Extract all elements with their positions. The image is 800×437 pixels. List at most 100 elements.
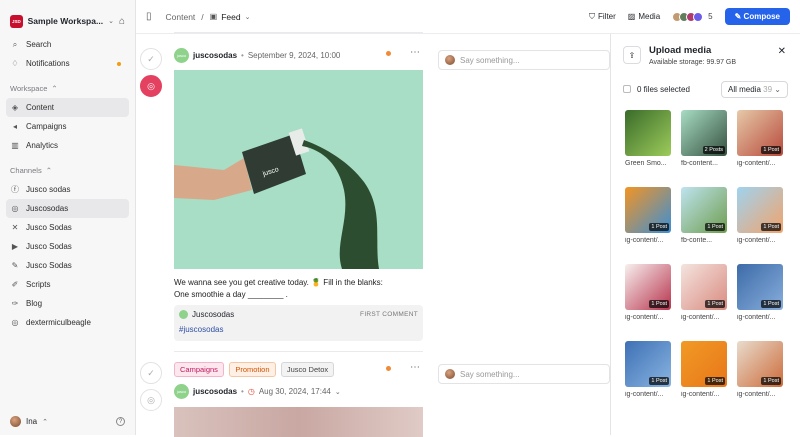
- collaborators[interactable]: 5: [672, 11, 713, 22]
- collaborator-count: 5: [708, 12, 713, 21]
- sidebar-item-channel[interactable]: ◎ Juscosodas: [6, 199, 129, 218]
- filter-button[interactable]: ⛉ Filter: [589, 12, 616, 22]
- account-name[interactable]: juscosodas: [193, 387, 237, 396]
- filter-count: 39: [763, 84, 773, 94]
- media-label: ig-content/...: [625, 237, 664, 244]
- media-thumbnail: 1 Post: [737, 341, 783, 387]
- media-item[interactable]: 1 Post ig-content/...: [625, 264, 671, 321]
- chevron-down-icon[interactable]: ⌄: [335, 388, 341, 396]
- tag[interactable]: Promotion: [229, 362, 276, 377]
- workspace-switcher[interactable]: JSD Sample Workspa... ⌄ ⌂: [0, 0, 135, 32]
- media-button[interactable]: ▨ Media: [628, 12, 660, 21]
- media-item[interactable]: 2 Posts fb-content...: [681, 110, 727, 167]
- breadcrumb-content[interactable]: Content: [166, 12, 196, 22]
- caption-line: We wanna see you get creative today. 🍍 F…: [174, 278, 383, 287]
- sidebar-item-channel[interactable]: ▶ Jusco Sodas: [6, 237, 129, 256]
- media-item[interactable]: 1 Post fb-conte...: [681, 187, 727, 244]
- media-filter-select[interactable]: All media 39 ⌄: [721, 80, 788, 98]
- close-icon[interactable]: ✕: [778, 46, 786, 57]
- more-icon[interactable]: ⋯: [410, 362, 420, 373]
- comment-input[interactable]: Say something...: [438, 50, 610, 70]
- more-icon[interactable]: ⋯: [410, 47, 420, 58]
- sidebar-item-channel[interactable]: ✑ Blog: [6, 294, 129, 313]
- post-image[interactable]: jusco: [174, 70, 423, 269]
- chevron-up-icon: ⌃: [45, 165, 52, 175]
- status-dot: [386, 366, 391, 371]
- first-comment-label: FIRST COMMENT: [360, 311, 418, 318]
- channels-section-header[interactable]: Channels ⌃: [0, 160, 135, 180]
- home-icon[interactable]: ⌂: [119, 16, 125, 27]
- select-post-checkbox[interactable]: ✓: [140, 362, 162, 384]
- comment-placeholder: Say something...: [460, 369, 520, 379]
- account-name[interactable]: juscosodas: [193, 51, 237, 60]
- sidebar-item-channel[interactable]: ◎ dextermiculbeagle: [6, 313, 129, 332]
- sidebar-item-channel[interactable]: ✐ Scripts: [6, 275, 129, 294]
- media-label: ig-content/...: [737, 237, 776, 244]
- media-item[interactable]: Green Smo...: [625, 110, 671, 167]
- x-icon: ✕: [11, 223, 19, 232]
- sidebar-item-channel[interactable]: ✕ Jusco Sodas: [6, 218, 129, 237]
- account-avatar: [179, 310, 188, 319]
- avatar: [693, 11, 704, 22]
- sidebar-item-label: Scripts: [26, 280, 51, 289]
- sidebar-item-content[interactable]: ◈ Content: [6, 98, 129, 117]
- usage-badge: 1 Post: [705, 223, 725, 231]
- section-label: Channels: [10, 165, 42, 175]
- media-item[interactable]: 1 Post ig-content/...: [737, 341, 783, 398]
- avatar: [10, 416, 21, 427]
- avatar: [445, 369, 455, 379]
- media-label: ig-content/...: [625, 314, 664, 321]
- comment-input[interactable]: Say something...: [438, 364, 610, 384]
- post-date: Aug 30, 2024, 17:44: [258, 387, 331, 396]
- select-post-checkbox[interactable]: ✓: [140, 48, 162, 70]
- facebook-icon: ⓕ: [11, 185, 19, 194]
- breadcrumb-feed[interactable]: Feed: [221, 12, 240, 22]
- sidebar-item-label: Jusco Sodas: [26, 223, 72, 232]
- select-all-checkbox[interactable]: [623, 85, 631, 93]
- post-header: jusco juscosodas • ◷ Aug 30, 2024, 17:44…: [174, 384, 341, 399]
- sidebar-item-channel[interactable]: ⓕ Jusco sodas: [6, 180, 129, 199]
- sidebar-item-notifications[interactable]: ♢ Notifications: [6, 54, 129, 73]
- media-label: ig-content/...: [625, 391, 664, 398]
- sidebar-item-search[interactable]: ⌕ Search: [6, 35, 129, 54]
- workspace-section-header[interactable]: Workspace ⌃: [0, 78, 135, 98]
- sidebar-item-campaigns[interactable]: ◂ Campaigns: [6, 117, 129, 136]
- feather-icon: ✎: [11, 261, 19, 270]
- media-item[interactable]: 1 Post ig-content/...: [737, 110, 783, 167]
- sidebar: JSD Sample Workspa... ⌄ ⌂ ⌕ Search ♢ Not…: [0, 0, 136, 435]
- tag[interactable]: Campaigns: [174, 362, 224, 377]
- user-menu[interactable]: Ina ⌃ ?: [10, 416, 125, 427]
- instagram-icon: ◎: [11, 318, 19, 327]
- chevron-down-icon[interactable]: ⌄: [245, 13, 251, 21]
- media-label: ig-content/...: [681, 391, 720, 398]
- compose-label: Compose: [743, 12, 780, 21]
- media-label: ig-content/...: [737, 391, 776, 398]
- sidebar-toggle-icon[interactable]: ▯: [146, 11, 152, 22]
- help-icon[interactable]: ?: [116, 417, 125, 426]
- usage-badge: 1 Post: [649, 300, 669, 308]
- sidebar-item-analytics[interactable]: ▥ Analytics: [6, 136, 129, 155]
- youtube-icon: ▶: [11, 242, 19, 251]
- filter-icon: ⛉: [589, 11, 596, 21]
- tag[interactable]: Jusco Detox: [280, 362, 335, 377]
- comment-text[interactable]: #juscosodas: [179, 325, 418, 334]
- media-item[interactable]: 1 Post ig-content/...: [681, 341, 727, 398]
- compose-button[interactable]: ✎ Compose: [724, 8, 790, 25]
- media-item[interactable]: 1 Post ig-content/...: [737, 264, 783, 321]
- sidebar-item-channel[interactable]: ✎ Jusco Sodas: [6, 256, 129, 275]
- status-dot: [386, 51, 391, 56]
- media-item[interactable]: 1 Post ig-content/...: [625, 187, 671, 244]
- media-label: fb-content...: [681, 160, 718, 167]
- workspace-logo: JSD: [10, 14, 23, 28]
- post-image[interactable]: [174, 407, 423, 437]
- upload-icon[interactable]: ⇪: [623, 46, 641, 64]
- media-item[interactable]: 1 Post ig-content/...: [737, 187, 783, 244]
- check-icon: ✓: [147, 367, 155, 378]
- account-avatar: jusco: [174, 384, 189, 399]
- media-label: fb-conte...: [681, 237, 713, 244]
- media-item[interactable]: 1 Post ig-content/...: [681, 264, 727, 321]
- blog-icon: ✑: [11, 299, 19, 308]
- media-item[interactable]: 1 Post ig-content/...: [625, 341, 671, 398]
- avatar: [445, 55, 455, 65]
- media-thumbnail: 1 Post: [737, 187, 783, 233]
